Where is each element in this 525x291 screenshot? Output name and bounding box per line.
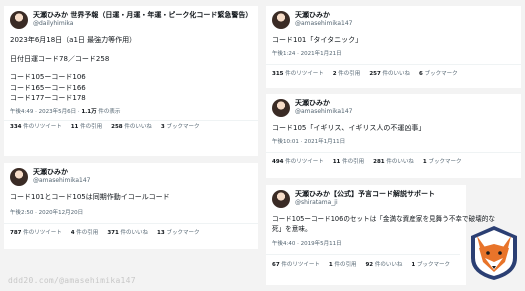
like-count[interactable]: 257 件のいいね [369, 71, 410, 77]
retweet-count[interactable]: 67 件のリツイート [272, 262, 320, 268]
tweet-line: コード101とコード105は同期作動イコールコード [10, 193, 170, 201]
author-name[interactable]: 天瀬ひみか【公式】予言コード解説サポート [295, 190, 435, 199]
author-handle[interactable]: @dailyhimika [33, 20, 252, 28]
bookmark-count[interactable]: 6 ブックマーク [419, 71, 458, 77]
fox-logo-icon [471, 226, 517, 280]
tweet-text: コード101とコード105は同期作動イコールコード [10, 192, 252, 203]
tweet-text: コード105「イギリス、イギリス人の不運凶事」 [272, 123, 515, 134]
author-handle[interactable]: @amasehimika147 [295, 20, 353, 28]
quote-count[interactable]: 11 件の引用 [71, 124, 102, 130]
tweet-line: コード165ーコード166 [10, 83, 86, 92]
tweet-timestamp[interactable]: 午後1:24 · 2021年1月21日 [272, 50, 515, 59]
tweet-line: コード101「タイタニック」 [272, 36, 363, 44]
engagement-stats: 67 件のリツイート 1 件の引用 92 件のいいね 1 ブックマーク [272, 259, 460, 271]
author-handle[interactable]: @amasehimika147 [33, 177, 91, 185]
avatar[interactable] [272, 11, 290, 29]
like-count[interactable]: 92 件のいいね [365, 262, 402, 268]
bookmark-count[interactable]: 3 ブックマーク [161, 124, 200, 130]
tweet-timestamp[interactable]: 午後10:01 · 2021年1月11日 [272, 138, 515, 147]
tweet-card[interactable]: 天瀬ひみか 世界予報（日運・月運・年運・ピーク化コード緊急警告） @dailyh… [4, 6, 258, 156]
like-count[interactable]: 281 件のいいね [373, 159, 414, 165]
avatar[interactable] [272, 99, 290, 117]
tweet-timestamp[interactable]: 午後4:49 · 2023年5月6日 · 1.1万 件の表示 [10, 108, 252, 117]
bookmark-count[interactable]: 13 ブックマーク [157, 230, 199, 236]
engagement-stats: 787 件のリツイート 4 件の引用 371 件のいいね 13 ブックマーク [10, 227, 252, 239]
quote-count[interactable]: 2 件の引用 [333, 71, 361, 77]
like-count[interactable]: 258 件のいいね [111, 124, 152, 130]
avatar[interactable] [272, 190, 290, 208]
bookmark-count[interactable]: 1 ブックマーク [411, 262, 450, 268]
tweet-text: コード105ーコード106のセットは「金満な資産家を見舞う不幸で破壊的な 死」を… [272, 214, 495, 234]
tweet-card[interactable]: 天瀬ひみか @amasehimika147 コード101「タイタニック」 午後1… [266, 6, 521, 88]
avatar[interactable] [10, 11, 28, 29]
tweet-card[interactable]: 天瀬ひみか【公式】予言コード解説サポート @shiratama_ji コード10… [266, 185, 495, 285]
tweet-line: コード105ーコード106 [10, 73, 86, 81]
engagement-stats: 315 件のリツイート 2 件の引用 257 件のいいね 6 ブックマーク [272, 68, 515, 80]
tweet-line: コード105ーコード106のセットは「金満な資産家を見舞う不幸で破壊的な [272, 215, 495, 223]
avatar[interactable] [10, 168, 28, 186]
tweet-line: コード105「イギリス、イギリス人の不運凶事」 [272, 124, 426, 132]
bookmark-count[interactable]: 1 ブックマーク [423, 159, 462, 165]
tweet-timestamp[interactable]: 午後4:40 · 2019年5月11日 [272, 240, 460, 249]
retweet-count[interactable]: 494 件のリツイート [272, 159, 324, 165]
view-count: 1.1万 [81, 108, 97, 115]
author-name[interactable]: 天瀬ひみか 世界予報（日運・月運・年運・ピーク化コード緊急警告） [33, 11, 252, 20]
author-name[interactable]: 天瀬ひみか [33, 168, 91, 177]
tweet-line: 日付日運コード78／コード258 [10, 54, 110, 63]
retweet-count[interactable]: 787 件のリツイート [10, 230, 62, 236]
engagement-stats: 334 件のリツイート 11 件の引用 258 件のいいね 3 ブックマーク [10, 121, 252, 133]
author-handle[interactable]: @shiratama_ji [295, 199, 435, 207]
tweet-line: 死」を意味。 [272, 225, 312, 233]
author-name[interactable]: 天瀬ひみか [295, 11, 353, 20]
tweet-text: コード101「タイタニック」 [272, 35, 515, 46]
quote-count[interactable]: 11 件の引用 [333, 159, 364, 165]
engagement-stats: 494 件のリツイート 11 件の引用 281 件のいいね 1 ブックマーク [272, 156, 515, 168]
like-count[interactable]: 371 件のいいね [107, 230, 148, 236]
tweet-text: 2023年6月18日（a1日 最強力等作用） 日付日運コード78／コード258 … [10, 35, 252, 104]
author-name[interactable]: 天瀬ひみか [295, 99, 353, 108]
author-handle[interactable]: @amasehimika147 [295, 108, 353, 116]
retweet-count[interactable]: 334 件のリツイート [10, 124, 62, 130]
watermark-text: ddd20.com/@amasehimika147 [8, 276, 136, 285]
quote-count[interactable]: 4 件の引用 [71, 230, 99, 236]
tweet-line: コード177ーコード178 [10, 94, 86, 102]
tweet-card[interactable]: 天瀬ひみか @amasehimika147 コード101とコード105は同期作動… [4, 163, 258, 249]
quote-count[interactable]: 1 件の引用 [329, 262, 357, 268]
tweet-timestamp[interactable]: 午後2:50 · 2020年12月20日 [10, 209, 252, 218]
tweet-line: 2023年6月18日（a1日 最強力等作用） [10, 36, 137, 44]
retweet-count[interactable]: 315 件のリツイート [272, 71, 324, 77]
tweet-card[interactable]: 天瀬ひみか @amasehimika147 コード105「イギリス、イギリス人の… [266, 94, 521, 178]
